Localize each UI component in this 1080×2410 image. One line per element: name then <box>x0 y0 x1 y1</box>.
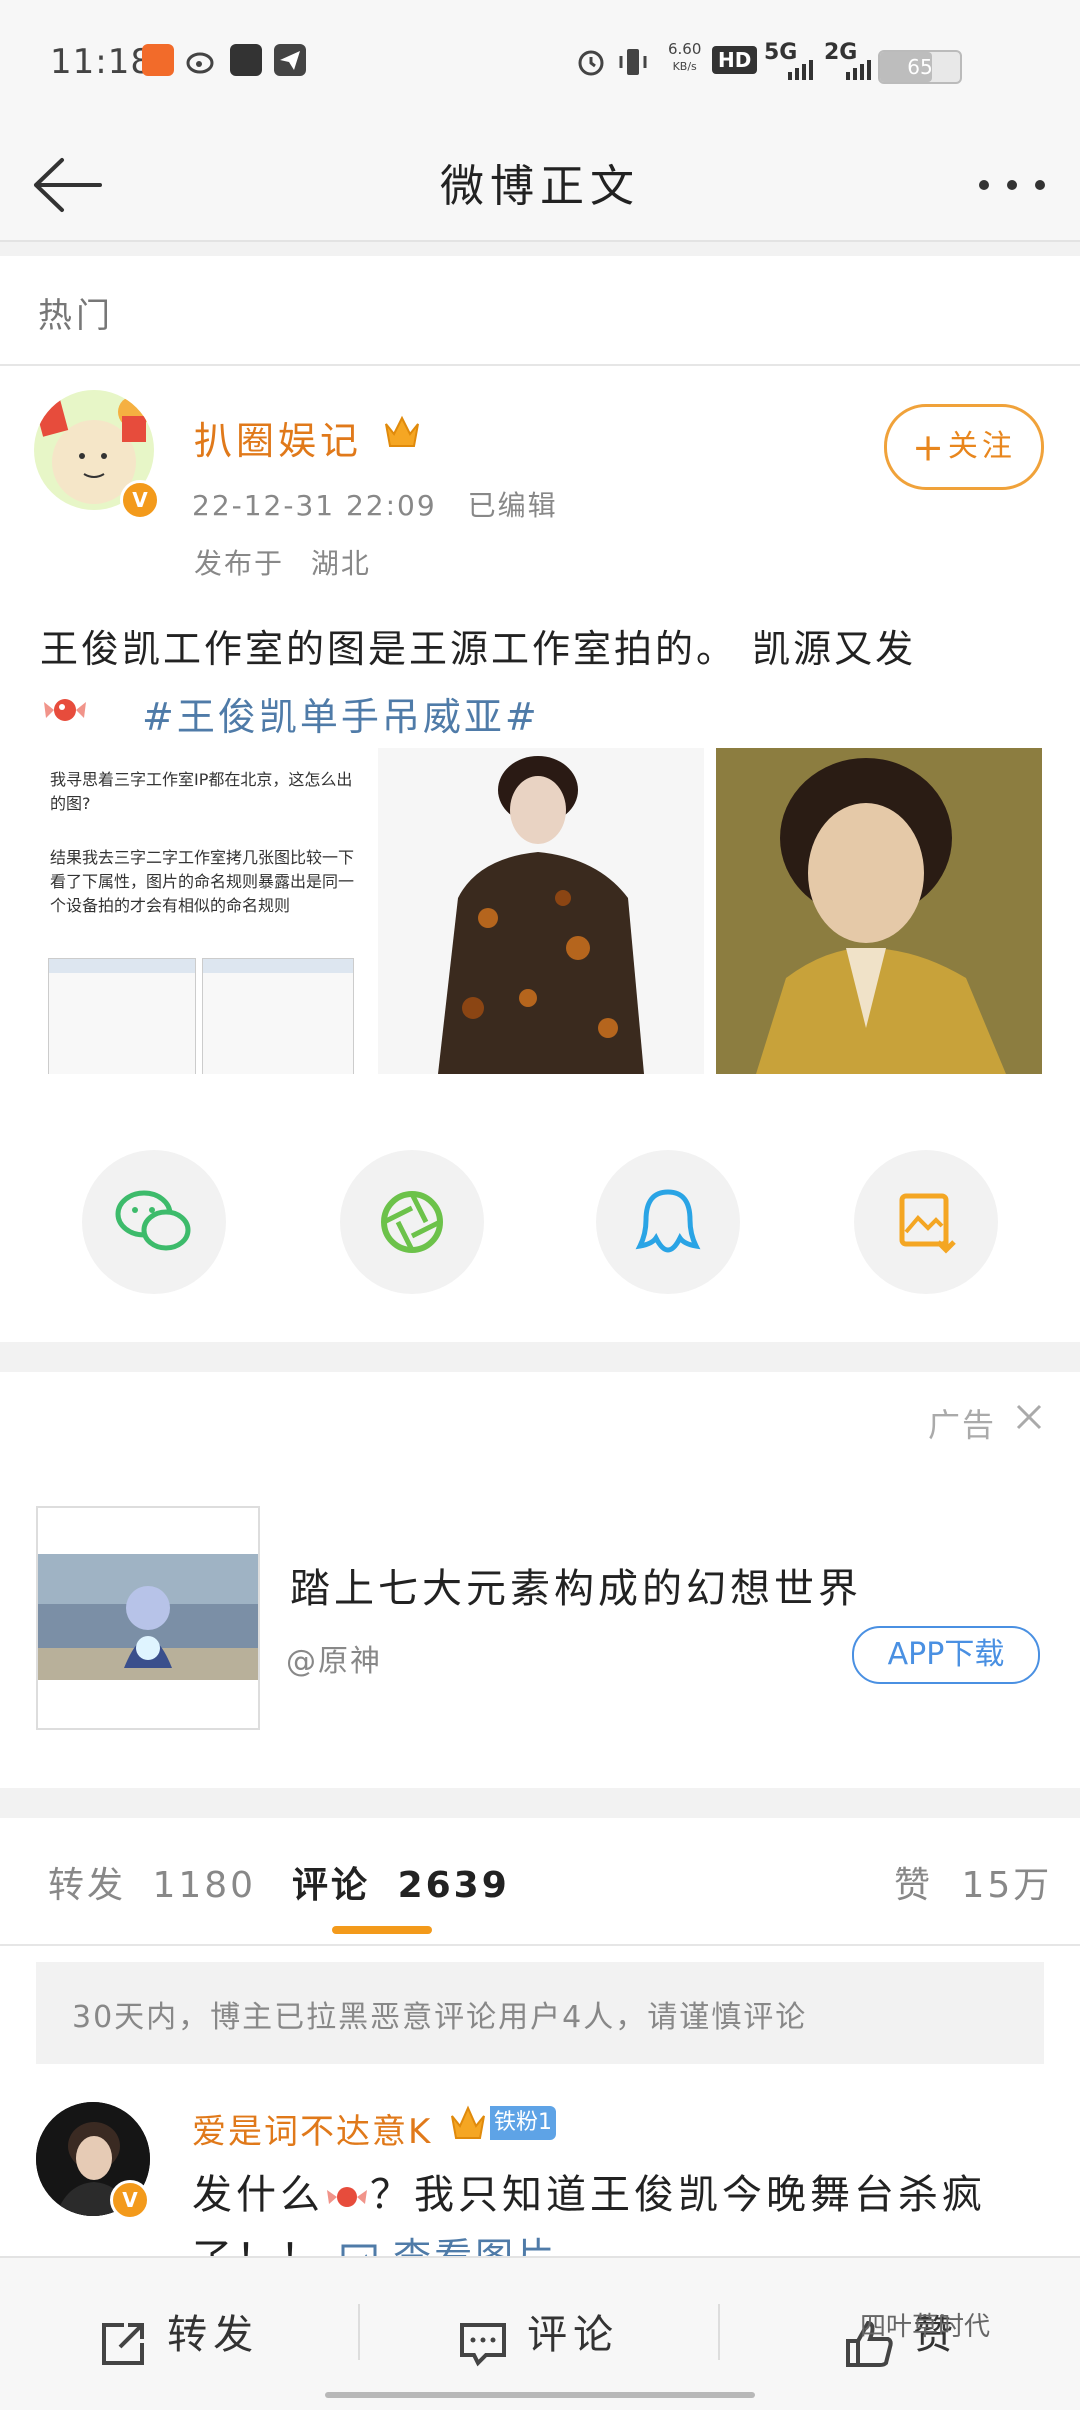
tab-comments[interactable]: 评论 2639 <box>292 1856 510 1908</box>
ad-close-button[interactable] <box>1012 1400 1046 1443</box>
ad-label: 广告 <box>928 1406 997 1444</box>
post-edited: 已编辑 <box>467 489 558 522</box>
crown-badge-icon <box>380 410 424 458</box>
plus-icon: + <box>912 425 948 470</box>
close-icon <box>1016 1404 1042 1430</box>
candy-emoji-icon-2 <box>324 2172 370 2218</box>
share-qq-button[interactable] <box>596 1150 740 1294</box>
comment-text: 发什么 ？我只知道王俊凯今晚舞台杀疯 <box>192 2162 986 2220</box>
tab-likes[interactable]: 赞 15万 <box>894 1856 1052 1908</box>
candy-emoji-icon <box>40 688 90 736</box>
share-wechat-button[interactable] <box>82 1150 226 1294</box>
image1-text: 我寻思着三字工作室IP都在北京，这怎么出的图? <box>50 770 353 813</box>
network-speed-unit: KB/s <box>672 60 697 73</box>
home-indicator[interactable] <box>325 2392 755 2398</box>
status-time: 11:18 <box>50 42 153 82</box>
post-image-1[interactable]: 我寻思着三字工作室IP都在北京，这怎么出的图? 结果我去三字二字工作室拷几张图比… <box>40 748 366 1074</box>
battery-icon: 65 <box>878 50 962 84</box>
bottom-repost-label: 转发 <box>167 2312 260 2358</box>
app-download-button[interactable]: APP下载 <box>852 1626 1040 1684</box>
comment-count: 2639 <box>397 1865 510 1906</box>
wechat-icon <box>115 1190 191 1251</box>
status-bar: 11:18 6.60 KB/s HD 5G 2G 65 <box>0 0 1080 130</box>
post-date: 22-12-31 22:09 <box>192 489 437 522</box>
comment-icon <box>460 2322 506 2366</box>
author-name[interactable]: 扒圈娱记 <box>194 410 362 465</box>
location-prefix: 发布于 <box>194 547 285 580</box>
post-location: 湖北 <box>310 547 371 580</box>
app-notification-icon <box>142 44 174 76</box>
app-icon <box>230 44 262 76</box>
screenshot-panel-2 <box>202 958 354 1074</box>
weibo-icon <box>186 44 218 76</box>
network-speed: 6.60 <box>668 40 702 58</box>
crown-badge-icon-2 <box>446 2100 490 2148</box>
save-image-icon <box>899 1193 956 1254</box>
signal-icon <box>776 58 814 84</box>
comment-label: 评论 <box>292 1865 371 1906</box>
alarm-icon <box>575 46 607 82</box>
repost-count: 1180 <box>152 1865 257 1906</box>
hot-tab[interactable]: 热门 <box>38 288 114 337</box>
hd-indicator: HD <box>712 46 758 74</box>
share-moments-button[interactable] <box>340 1150 484 1294</box>
page-title: 微博正文 <box>440 161 640 212</box>
more-button[interactable] <box>970 160 1054 210</box>
post-text: 王俊凯工作室的图是王源工作室拍的。 凯源又发 <box>40 627 917 671</box>
comment-notice: 30天内，博主已拉黑恶意评论用户4人，请谨慎评论 <box>36 1962 1044 2064</box>
post-image-2[interactable] <box>378 748 704 1074</box>
moments-icon <box>381 1191 443 1253</box>
repost-icon <box>102 2322 144 2365</box>
battery-text: 65 <box>907 55 933 79</box>
ad-title[interactable]: 踏上七大元素构成的幻想世界 <box>290 1556 862 1614</box>
screenshot-panel <box>48 958 196 1074</box>
vibrate-icon <box>616 46 650 82</box>
header-bar: 微博正文 <box>0 130 1080 242</box>
bottom-comment-button[interactable]: 评论 <box>456 2302 619 2371</box>
signal-icon-2 <box>834 58 874 84</box>
save-image-button[interactable] <box>854 1150 998 1294</box>
fan-badge: 铁粉1 <box>490 2106 556 2140</box>
comment-text-part-a: 发什么 <box>192 2172 324 2218</box>
comment-text-part-b: ？我只知道王俊凯今晚舞台杀疯 <box>370 2172 986 2218</box>
qq-icon <box>635 1189 701 1253</box>
follow-button[interactable]: +关注 <box>884 404 1044 490</box>
repost-label: 转发 <box>48 1865 127 1906</box>
bottom-repost-button[interactable]: 转发 <box>96 2302 259 2371</box>
bottom-comment-label: 评论 <box>527 2312 620 2358</box>
notice-text: 30天内，博主已拉黑恶意评论用户4人，请谨慎评论 <box>72 2000 808 2035</box>
commenter-verified-icon: V <box>110 2180 150 2220</box>
ad-image[interactable] <box>36 1506 260 1730</box>
topic-link[interactable]: #王俊凯单手吊威亚# <box>142 686 540 741</box>
send-icon <box>274 44 306 76</box>
like-label: 赞 <box>894 1865 934 1906</box>
commenter-name[interactable]: 爱是词不达意K <box>192 2104 432 2153</box>
follow-label: 关注 <box>947 429 1016 464</box>
ad-source: @原神 <box>286 1644 382 1679</box>
post-image-3[interactable] <box>716 748 1042 1074</box>
tab-repost[interactable]: 转发 1180 <box>48 1856 256 1908</box>
verified-badge-icon: V <box>120 480 160 520</box>
image1-text-2: 结果我去三字二字工作室拷几张图比较一下看了下属性，图片的命名规则暴露出是同一个设… <box>50 848 355 915</box>
active-tab-indicator <box>332 1926 432 1934</box>
watermark: 四叶草时代 <box>860 2312 991 2342</box>
like-count: 15万 <box>961 1865 1053 1906</box>
more-dots-icon <box>979 180 1045 190</box>
